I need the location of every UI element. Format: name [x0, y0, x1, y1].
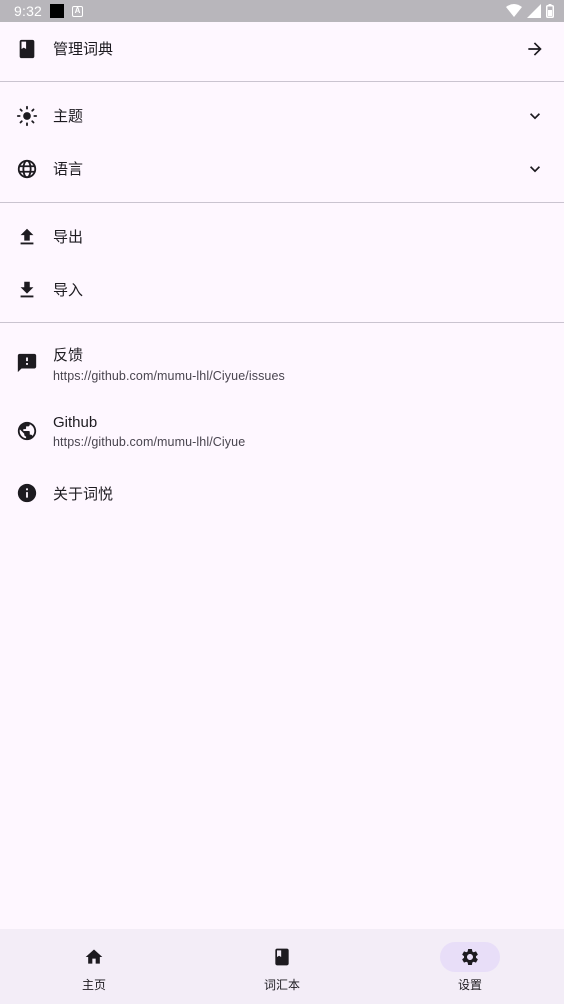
- public-globe-icon: [16, 420, 38, 442]
- manage-dictionary-item[interactable]: 管理词典: [0, 22, 564, 75]
- about-label: 关于词悦: [53, 484, 114, 503]
- about-item[interactable]: 关于词悦: [0, 465, 564, 521]
- nav-settings-label: 设置: [457, 978, 482, 992]
- language-label: 语言: [53, 160, 84, 178]
- sun-icon: [16, 105, 38, 127]
- import-label: 导入: [53, 281, 84, 299]
- wifi-icon: [506, 4, 522, 17]
- export-item[interactable]: 导出: [0, 210, 564, 263]
- accessibility-icon: A: [72, 5, 84, 17]
- github-url: https://github.com/mumu-lhl/Ciyue: [53, 434, 246, 449]
- nav-wordbook-label: 词汇本: [263, 978, 300, 992]
- status-time: 9:32: [14, 3, 43, 19]
- book-icon: [16, 38, 38, 60]
- arrow-forward-icon: [524, 38, 546, 60]
- chevron-down-icon[interactable]: [524, 158, 546, 180]
- download-icon: [16, 279, 38, 301]
- status-bar: 9:32 A: [0, 0, 564, 22]
- nav-wordbook[interactable]: 词汇本: [188, 929, 376, 1004]
- feedback-url: https://github.com/mumu-lhl/Ciyue/issues: [53, 368, 285, 383]
- home-icon: [64, 942, 124, 972]
- settings-list: 管理词典 主题 语言 导出 导入 反馈 https://github.com/m…: [0, 22, 564, 521]
- language-item[interactable]: 语言: [0, 142, 564, 195]
- feedback-label: 反馈: [53, 345, 84, 364]
- nav-home[interactable]: 主页: [0, 929, 188, 1004]
- import-item[interactable]: 导入: [0, 263, 564, 316]
- notification-icon: [50, 4, 65, 18]
- feedback-item[interactable]: 反馈 https://github.com/mumu-lhl/Ciyue/iss…: [0, 329, 564, 397]
- battery-icon: [546, 4, 554, 18]
- info-icon: [16, 482, 38, 504]
- theme-label: 主题: [53, 107, 84, 125]
- signal-icon: [527, 4, 541, 18]
- github-label: Github: [53, 413, 98, 431]
- manage-dictionary-label: 管理词典: [53, 40, 114, 58]
- github-item[interactable]: Github https://github.com/mumu-lhl/Ciyue: [0, 397, 564, 465]
- nav-home-label: 主页: [81, 978, 106, 992]
- chevron-down-icon[interactable]: [524, 105, 546, 127]
- theme-item[interactable]: 主题: [0, 89, 564, 142]
- gear-icon: [440, 942, 500, 972]
- feedback-icon: [16, 352, 38, 374]
- export-label: 导出: [53, 228, 84, 246]
- book-icon: [252, 942, 312, 972]
- upload-icon: [16, 226, 38, 248]
- nav-settings[interactable]: 设置: [376, 929, 564, 1004]
- globe-icon: [16, 158, 38, 180]
- bottom-navigation: 主页 词汇本 设置: [0, 929, 564, 1004]
